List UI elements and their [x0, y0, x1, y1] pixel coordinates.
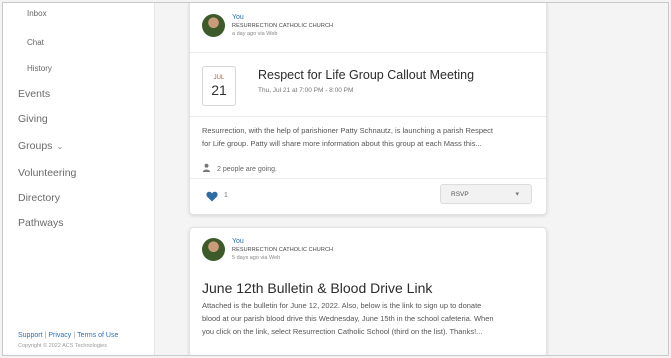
chevron-down-icon: ⌄ — [56, 142, 64, 151]
avatar[interactable] — [202, 238, 225, 261]
rsvp-label: RSVP — [451, 191, 469, 198]
rsvp-dropdown[interactable]: RSVP ▾ — [440, 184, 532, 204]
post-description: Attached is the bulletin for June 12, 20… — [202, 299, 538, 338]
author-org: RESURRECTION CATHOLIC CHURCH — [232, 247, 334, 253]
description-line: you click on the link, select Resurrecti… — [202, 327, 483, 336]
event-time: Thu, Jul 21 at 7:00 PM - 8:00 PM — [258, 87, 354, 94]
caret-down-icon: ▾ — [515, 191, 519, 198]
attendance-count: 2 people are going. — [217, 166, 277, 173]
app-window: Inbox Chat History Events Giving Groups ⌄… — [2, 2, 669, 356]
post-title[interactable]: June 12th Bulletin & Blood Drive Link — [202, 280, 432, 296]
feed: You RESURRECTION CATHOLIC CHURCH a day a… — [155, 3, 585, 355]
sidebar: Inbox Chat History Events Giving Groups ⌄… — [3, 3, 155, 355]
divider — [190, 116, 546, 117]
like-count: 1 — [224, 192, 228, 199]
description-line: for Life group. Patty will share more in… — [202, 139, 482, 148]
right-panel — [585, 3, 668, 355]
post-description: Resurrection, with the help of parishion… — [202, 124, 538, 150]
sidebar-item-pathways[interactable]: Pathways — [18, 217, 64, 229]
separator: | — [44, 332, 47, 339]
event-title[interactable]: Respect for Life Group Callout Meeting — [258, 68, 474, 82]
bulletin-post-card: You RESURRECTION CATHOLIC CHURCH 5 days … — [189, 227, 547, 355]
sidebar-item-volunteering[interactable]: Volunteering — [18, 167, 76, 179]
author-name[interactable]: You — [232, 238, 244, 245]
support-link[interactable]: Support — [18, 332, 43, 339]
sidebar-item-groups[interactable]: Groups ⌄ — [18, 140, 63, 152]
privacy-link[interactable]: Privacy — [48, 332, 71, 339]
description-line: blood at our parish blood drive this Wed… — [202, 314, 494, 323]
description-line: Attached is the bulletin for June 12, 20… — [202, 301, 482, 310]
event-day: 21 — [211, 82, 227, 98]
person-icon — [202, 163, 211, 172]
avatar[interactable] — [202, 14, 225, 37]
author-name[interactable]: You — [232, 14, 244, 21]
separator: | — [73, 332, 76, 339]
sidebar-item-history[interactable]: History — [27, 64, 52, 73]
copyright-text: Copyright © 2022 ACS Technologies — [18, 343, 107, 349]
heart-icon[interactable] — [206, 191, 218, 202]
author-org: RESURRECTION CATHOLIC CHURCH — [232, 23, 334, 29]
sidebar-item-directory[interactable]: Directory — [18, 192, 60, 204]
divider — [190, 178, 546, 179]
terms-link[interactable]: Terms of Use — [77, 332, 118, 339]
divider — [190, 52, 546, 53]
post-meta: a day ago via Web — [232, 31, 278, 37]
event-post-card: You RESURRECTION CATHOLIC CHURCH a day a… — [189, 3, 547, 215]
sidebar-item-giving[interactable]: Giving — [18, 113, 48, 125]
event-month: JUL — [213, 75, 225, 81]
sidebar-item-groups-label: Groups — [18, 140, 53, 152]
sidebar-item-events[interactable]: Events — [18, 88, 50, 100]
post-meta: 5 days ago via Web — [232, 255, 281, 261]
description-line: Resurrection, with the help of parishion… — [202, 126, 493, 135]
sidebar-item-chat[interactable]: Chat — [27, 38, 44, 47]
footer-links: Support | Privacy | Terms of Use — [18, 332, 118, 339]
attendance-info: 2 people are going. — [202, 163, 277, 173]
sidebar-item-inbox[interactable]: Inbox — [27, 9, 47, 18]
event-date-badge: JUL 21 — [202, 66, 236, 106]
